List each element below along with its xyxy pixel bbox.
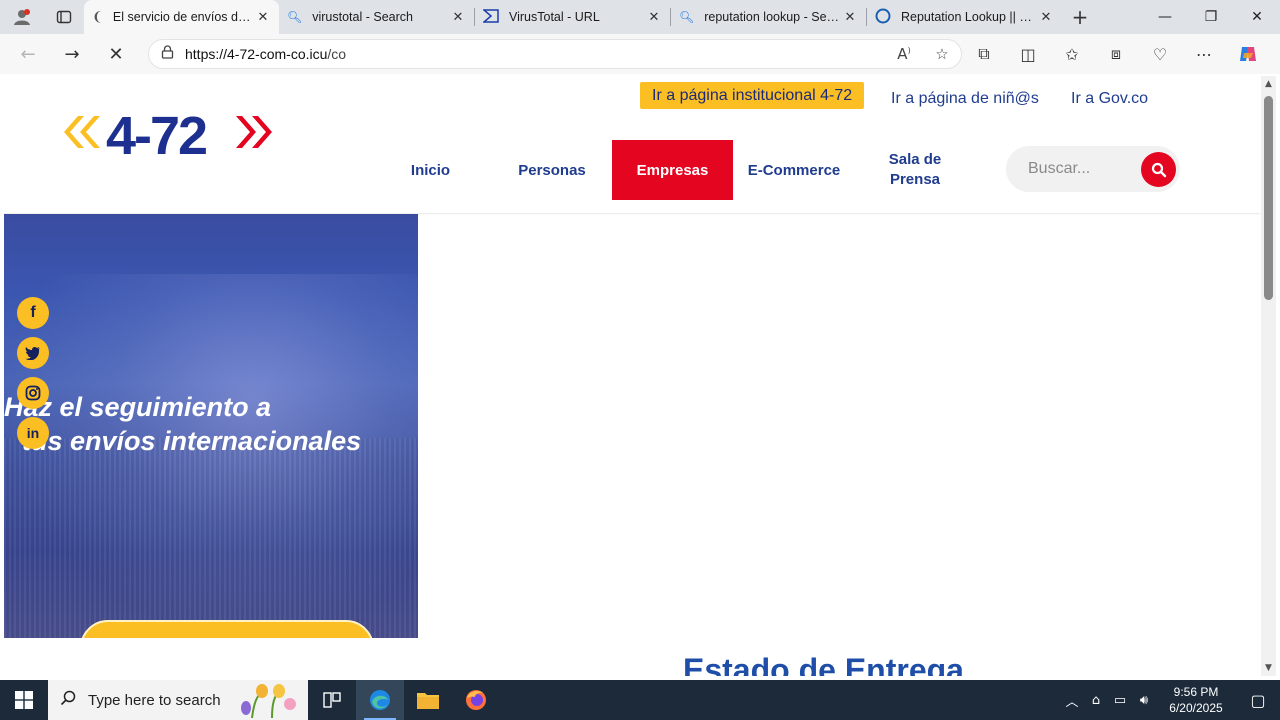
nav-inicio[interactable]: Inicio <box>392 140 469 200</box>
tab-reputation-search[interactable]: 🔍︎ reputation lookup - Search ✕ <box>671 0 866 34</box>
collections-icon[interactable]: ⧈ <box>1094 34 1138 74</box>
close-icon[interactable]: ✕ <box>1038 10 1054 25</box>
close-icon[interactable]: ✕ <box>450 10 466 25</box>
favorites-icon[interactable]: ✩ <box>1050 34 1094 74</box>
meet-now-icon[interactable]: ⌂ <box>1084 693 1108 708</box>
task-view-icon[interactable] <box>308 680 356 720</box>
copilot-icon[interactable] <box>1226 34 1270 74</box>
virustotal-icon <box>481 8 499 26</box>
loading-icon: ❨ <box>92 9 103 25</box>
profile-icon[interactable] <box>0 0 44 34</box>
close-icon[interactable]: ✕ <box>255 10 271 25</box>
taskbar-search-placeholder: Type here to search <box>88 691 221 709</box>
kids-page-link[interactable]: Ir a página de niñ@s <box>891 90 1039 108</box>
gov-co-link[interactable]: Ir a Gov.co <box>1071 90 1148 108</box>
site-info-icon[interactable] <box>149 45 185 63</box>
close-icon[interactable]: ✕ <box>646 10 662 25</box>
close-icon[interactable]: ✕ <box>842 10 858 25</box>
instagram-icon[interactable] <box>17 377 49 409</box>
browser-essentials-icon[interactable]: ♡ <box>1138 34 1182 74</box>
facebook-icon[interactable]: f <box>17 297 49 329</box>
volume-icon[interactable]: 🔊︎ <box>1132 693 1156 708</box>
tab-virustotal-search[interactable]: 🔍︎ virustotal - Search ✕ <box>279 0 474 34</box>
close-window-icon[interactable]: ✕ <box>1234 0 1280 34</box>
stop-loading-icon[interactable]: ✕ <box>94 34 138 74</box>
favorite-star-icon[interactable]: ☆ <box>923 45 961 63</box>
file-explorer-icon[interactable] <box>404 680 452 720</box>
browser-toolbar: ← → ✕ https://4-72-com-co.icu/co A) ☆ ⧉ … <box>0 34 1280 74</box>
workspaces-icon[interactable] <box>44 0 84 34</box>
clock-date: 6/20/2025 <box>1169 701 1223 715</box>
search-icon: 🔍︎ <box>679 10 695 24</box>
banner-title: Haz el seguimiento a tus envíos internac… <box>4 390 418 458</box>
banner-city-texture <box>4 438 418 638</box>
brand-logo[interactable]: 4-72 <box>60 106 275 166</box>
tab-el-servicio[interactable]: ❨ El servicio de envíos de Colombia ✕ <box>84 0 279 34</box>
read-aloud-icon[interactable]: A) <box>885 45 923 63</box>
search-icon: 🔍︎ <box>287 10 303 24</box>
search-icon <box>48 690 88 710</box>
notifications-icon[interactable]: ▢ <box>1236 691 1280 710</box>
tracking-banner[interactable]: Haz el seguimiento a tus envíos internac… <box>4 214 418 638</box>
tab-label: VirusTotal - URL <box>509 10 600 24</box>
nav-empresas[interactable]: Empresas <box>612 140 733 200</box>
page-scrollbar[interactable]: ▲ ▼ <box>1261 76 1276 676</box>
url-text: https://4-72-com-co.icu/co <box>185 46 885 62</box>
tab-label: El servicio de envíos de Colombia <box>112 10 255 24</box>
section-title-estado-entrega: Estado de Entrega <box>683 652 964 676</box>
banner-title-line2: tus envíos internacionales <box>22 426 362 456</box>
tab-label: reputation lookup - Search <box>704 10 842 24</box>
tab-label: virustotal - Search <box>312 10 413 24</box>
scroll-up-icon[interactable]: ▲ <box>1261 79 1276 89</box>
restore-icon[interactable]: ❐ <box>1188 0 1234 34</box>
show-hidden-icons-chevron-icon[interactable]: ︿ <box>1060 691 1084 710</box>
ingresando-aqui-button[interactable]: Ingresando Aquí <box>80 620 374 638</box>
url-path: /co <box>327 46 347 62</box>
scrollbar-thumb[interactable] <box>1264 96 1273 300</box>
settings-more-icon[interactable]: ⋯ <box>1182 34 1226 74</box>
new-tab-button[interactable]: + <box>1062 0 1098 34</box>
minimize-icon[interactable]: — <box>1142 0 1188 34</box>
site-search <box>1006 146 1180 192</box>
page-viewport: 4-72 Ir a página institucional 4-72 Ir a… <box>4 76 1260 676</box>
institutional-link-button[interactable]: Ir a página institucional 4-72 <box>640 82 865 109</box>
nav-sala-de-prensa[interactable]: Sala de Prensa <box>880 140 950 200</box>
clock-time: 9:56 PM <box>1173 685 1219 699</box>
flowers-illustration-icon <box>241 684 296 718</box>
search-input[interactable] <box>1006 160 1136 178</box>
forward-icon[interactable]: → <box>50 34 94 74</box>
tab-label: Reputation Lookup || Cisco <box>901 10 1038 24</box>
browser-tab-strip: ❨ El servicio de envíos de Colombia ✕ 🔍︎… <box>0 0 1280 34</box>
nav-e-commerce[interactable]: E-Commerce <box>744 140 844 200</box>
taskbar-clock[interactable]: 9:56 PM 6/20/2025 <box>1156 684 1236 716</box>
banner-title-line1: Haz el seguimiento a <box>4 392 272 422</box>
twitter-icon[interactable] <box>17 337 49 369</box>
tab-virustotal-url[interactable]: VirusTotal - URL ✕ <box>475 0 670 34</box>
window-controls: — ❐ ✕ <box>1142 0 1280 34</box>
search-button[interactable] <box>1141 152 1176 187</box>
url-host: https://4-72-com-co.icu <box>185 46 328 62</box>
windows-taskbar: Type here to search ︿ ⌂ ▭ 🔊︎ 9:56 PM 6/2… <box>0 680 1280 720</box>
nav-personas[interactable]: Personas <box>507 140 597 200</box>
scroll-down-icon[interactable]: ▼ <box>1261 663 1276 673</box>
system-tray: ︿ ⌂ ▭ 🔊︎ 9:56 PM 6/20/2025 ▢ <box>1060 680 1280 720</box>
windows-start-icon[interactable] <box>0 680 48 720</box>
network-icon[interactable]: ▭ <box>1108 693 1132 708</box>
toolbar-icons: ⧉ ◫ ✩ ⧈ ♡ ⋯ <box>962 34 1270 74</box>
split-screen-icon[interactable]: ◫ <box>1006 34 1050 74</box>
address-bar[interactable]: https://4-72-com-co.icu/co A) ☆ <box>148 39 962 69</box>
edge-browser-icon[interactable] <box>356 680 404 720</box>
logo-text: 4-72 <box>106 106 206 160</box>
back-icon[interactable]: ← <box>6 34 50 74</box>
tab-cisco-reputation[interactable]: Reputation Lookup || Cisco ✕ <box>867 0 1062 34</box>
cisco-icon <box>875 8 891 27</box>
firefox-icon[interactable] <box>452 680 500 720</box>
linkedin-icon[interactable]: in <box>17 417 49 449</box>
taskbar-search[interactable]: Type here to search <box>48 680 308 720</box>
search-icon <box>1151 162 1166 177</box>
extensions-icon[interactable]: ⧉ <box>962 34 1006 74</box>
